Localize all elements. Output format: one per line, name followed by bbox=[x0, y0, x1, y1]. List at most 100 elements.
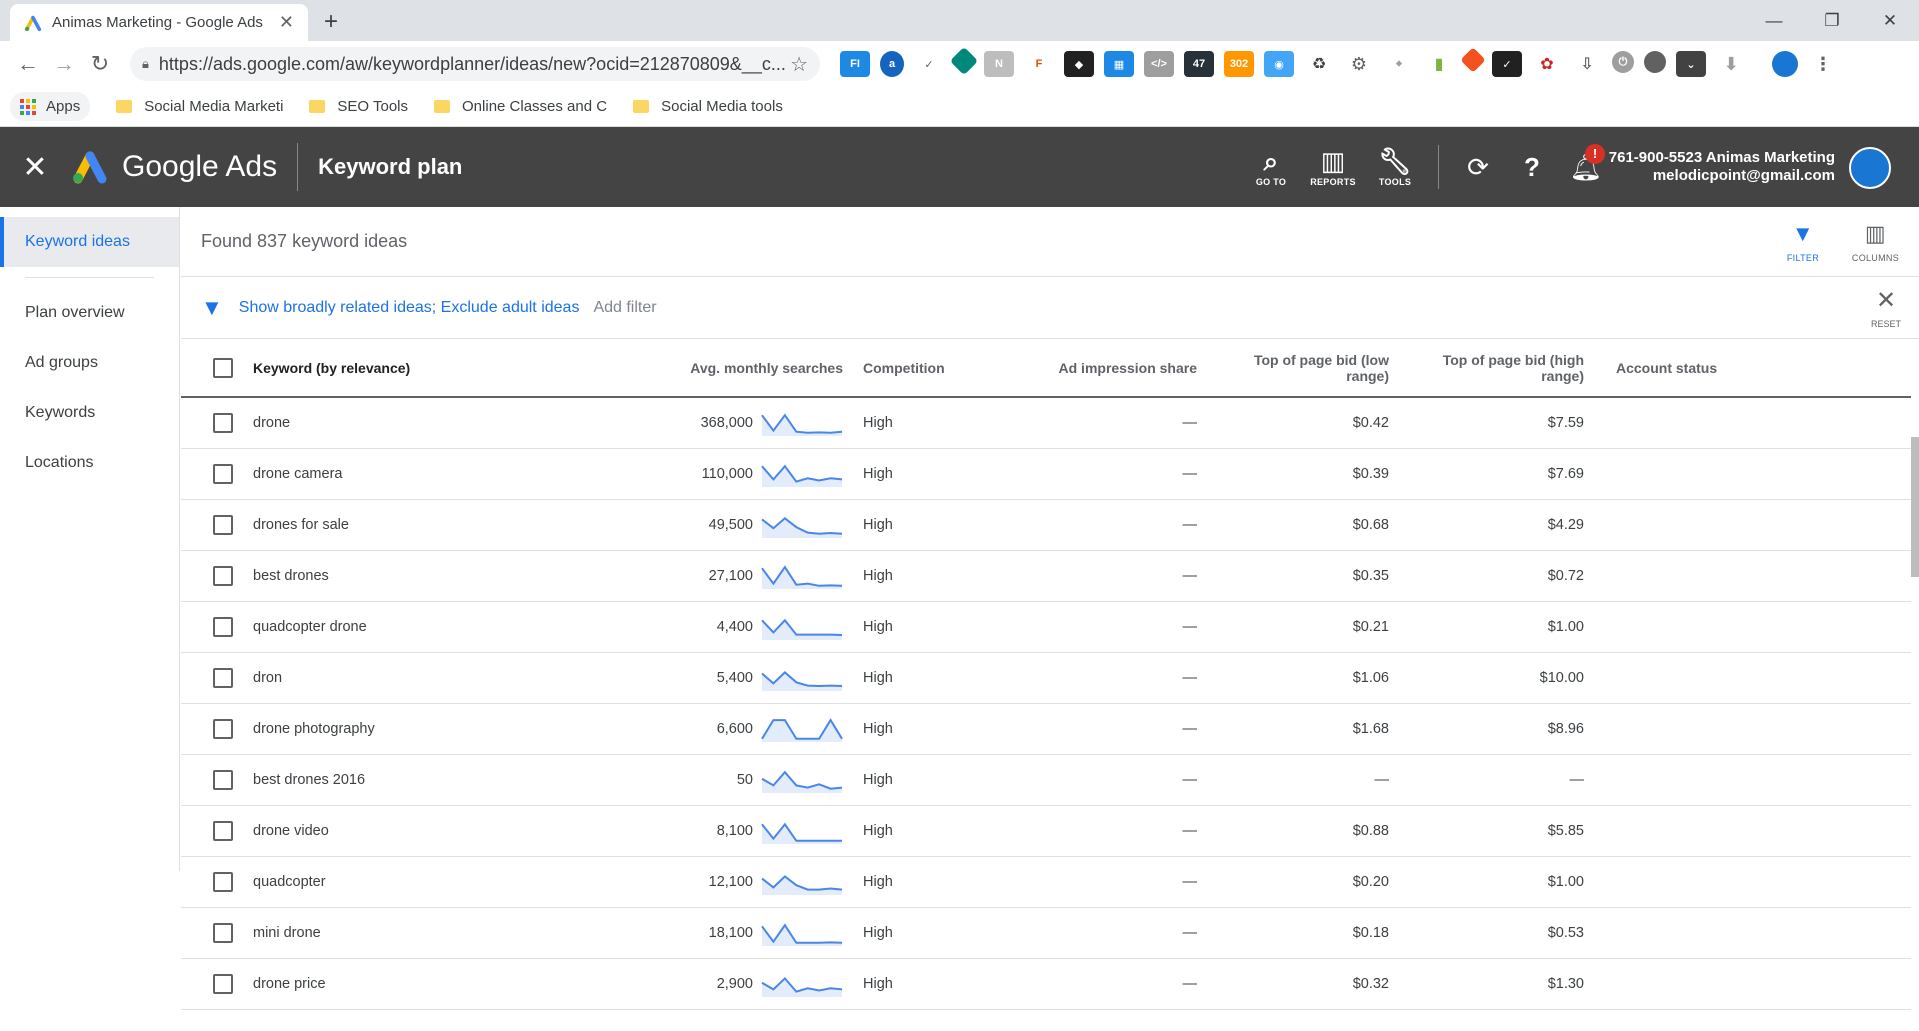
header-competition[interactable]: Competition bbox=[853, 339, 1013, 398]
table-row[interactable]: drone price 2,900 High — $0.32 $1.30 bbox=[181, 958, 1911, 1010]
check-box-icon[interactable]: ✓ bbox=[1492, 51, 1522, 77]
trend-sparkline[interactable] bbox=[761, 868, 843, 896]
row-checkbox[interactable] bbox=[213, 820, 233, 841]
address-bar[interactable]: 🔒︎ https://ads.google.com/aw/keywordplan… bbox=[130, 47, 820, 81]
row-checkbox[interactable] bbox=[213, 922, 233, 943]
trend-sparkline[interactable] bbox=[761, 409, 843, 437]
header-account-status[interactable]: Account status bbox=[1598, 339, 1911, 398]
table-row[interactable]: best drones 27,100 High — $0.35 $0.72 bbox=[181, 550, 1911, 602]
sidebar-item-keywords[interactable]: Keywords bbox=[0, 388, 179, 438]
extension-badge-icon[interactable]: 302 bbox=[1224, 51, 1254, 77]
globe-icon[interactable] bbox=[1644, 51, 1666, 73]
row-checkbox[interactable] bbox=[213, 463, 233, 484]
profile-avatar-icon[interactable] bbox=[1772, 51, 1798, 77]
chart-icon[interactable]: ▮ bbox=[1424, 51, 1454, 77]
extension-icon[interactable]: F bbox=[1024, 51, 1054, 77]
trend-sparkline[interactable] bbox=[761, 664, 843, 692]
trend-sparkline[interactable] bbox=[761, 562, 843, 590]
tools-button[interactable]: 🔧︎ TOOLS bbox=[1364, 148, 1426, 187]
sidebar-item-keyword-ideas[interactable]: Keyword ideas bbox=[0, 217, 179, 267]
reload-icon[interactable]: ↻ bbox=[82, 51, 118, 77]
table-row[interactable]: drone 368,000 High — $0.42 $7.59 bbox=[181, 397, 1911, 449]
refresh-icon[interactable]: ⟳ bbox=[1451, 152, 1505, 183]
header-bid-high[interactable]: Top of page bid (high range) bbox=[1403, 339, 1598, 398]
table-row[interactable]: mini drone 18,100 High — $0.18 $0.53 bbox=[181, 907, 1911, 959]
extension-icon[interactable] bbox=[1460, 47, 1486, 73]
code-icon[interactable]: </> bbox=[1144, 51, 1174, 77]
trend-sparkline[interactable] bbox=[761, 715, 843, 743]
bookmark-folder[interactable]: SEO Tools bbox=[309, 98, 408, 115]
tab-close-icon[interactable]: ✕ bbox=[279, 12, 294, 33]
account-info[interactable]: 761-900-5523 Animas Marketing melodicpoi… bbox=[1609, 149, 1835, 185]
trend-sparkline[interactable] bbox=[761, 613, 843, 641]
sidebar-item-ad-groups[interactable]: Ad groups bbox=[0, 338, 179, 388]
table-row[interactable]: drone camera 110,000 High — $0.39 $7.69 bbox=[181, 448, 1911, 500]
reset-button[interactable]: ✕ RESET bbox=[1871, 289, 1901, 330]
table-row[interactable]: drone video 8,100 High — $0.88 $5.85 bbox=[181, 805, 1911, 857]
extension-icon[interactable]: ✿ bbox=[1532, 51, 1562, 77]
add-filter-button[interactable]: Add filter bbox=[593, 299, 656, 317]
checkmark-icon[interactable]: ✓ bbox=[914, 51, 944, 77]
row-checkbox[interactable] bbox=[213, 565, 233, 586]
table-row[interactable]: best drones 2016 50 High — — — bbox=[181, 754, 1911, 806]
bookmark-folder[interactable]: Online Classes and C bbox=[434, 98, 607, 115]
scrollbar[interactable] bbox=[1911, 207, 1919, 871]
bookmark-star-icon[interactable]: ☆ bbox=[790, 52, 808, 77]
recycle-icon[interactable]: ♻ bbox=[1304, 51, 1334, 77]
trend-sparkline[interactable] bbox=[761, 919, 843, 947]
restore-icon[interactable]: ❐ bbox=[1803, 0, 1861, 41]
google-ads-logo[interactable]: Google Ads bbox=[70, 149, 277, 185]
columns-button[interactable]: ▥ COLUMNS bbox=[1852, 221, 1899, 263]
header-impression-share[interactable]: Ad impression share bbox=[1013, 339, 1213, 398]
extension-icon[interactable]: a bbox=[880, 51, 904, 77]
close-icon[interactable]: ✕ bbox=[0, 150, 70, 185]
row-checkbox[interactable] bbox=[213, 667, 233, 688]
header-bid-low[interactable]: Top of page bid (low range) bbox=[1213, 339, 1403, 398]
trend-sparkline[interactable] bbox=[761, 766, 843, 794]
row-checkbox[interactable] bbox=[213, 871, 233, 892]
power-icon[interactable]: ⏻ bbox=[1612, 51, 1634, 73]
extension-icon[interactable]: N bbox=[984, 51, 1014, 77]
header-keyword[interactable]: Keyword (by relevance) bbox=[235, 339, 535, 398]
header-avg-searches[interactable]: Avg. monthly searches bbox=[535, 339, 853, 398]
bookmark-folder[interactable]: Social Media tools bbox=[633, 98, 783, 115]
avatar[interactable] bbox=[1849, 147, 1891, 189]
table-row[interactable]: quadcopter drone 4,400 High — $0.21 $1.00 bbox=[181, 601, 1911, 653]
filter-button[interactable]: ▼ FILTER bbox=[1787, 221, 1819, 263]
table-row[interactable]: drone photography 6,600 High — $1.68 $8.96 bbox=[181, 703, 1911, 755]
row-checkbox[interactable] bbox=[213, 616, 233, 637]
extension-icon[interactable]: ◆ bbox=[1064, 51, 1094, 77]
back-icon[interactable]: ← bbox=[10, 51, 46, 77]
pocket-icon[interactable]: ⌄ bbox=[1676, 51, 1706, 77]
trend-sparkline[interactable] bbox=[761, 817, 843, 845]
select-all-checkbox[interactable] bbox=[213, 357, 233, 378]
bookmark-apps[interactable]: Apps bbox=[10, 92, 91, 121]
row-checkbox[interactable] bbox=[213, 514, 233, 535]
help-icon[interactable]: ? bbox=[1505, 152, 1559, 183]
notifications-icon[interactable]: 🔔︎! bbox=[1559, 143, 1613, 183]
extension-icon[interactable]: ▦ bbox=[1104, 51, 1134, 77]
trend-sparkline[interactable] bbox=[761, 511, 843, 539]
active-filter-chip[interactable]: Show broadly related ideas; Exclude adul… bbox=[239, 299, 580, 317]
menu-dots-icon[interactable]: ⋮ bbox=[1808, 51, 1838, 77]
table-row[interactable]: dron 5,400 High — $1.06 $10.00 bbox=[181, 652, 1911, 704]
extension-badge-icon[interactable]: 47 bbox=[1184, 51, 1214, 77]
trend-sparkline[interactable] bbox=[761, 970, 843, 998]
goto-button[interactable]: ⌕ GO TO bbox=[1240, 148, 1302, 187]
bookmark-folder[interactable]: Social Media Marketi bbox=[116, 98, 283, 115]
row-checkbox[interactable] bbox=[213, 718, 233, 739]
download-icon[interactable]: ⇩ bbox=[1572, 51, 1602, 77]
table-row[interactable]: quadcopter 12,100 High — $0.20 $1.00 bbox=[181, 856, 1911, 908]
gear-icon[interactable]: ⚙ bbox=[1344, 51, 1374, 77]
reports-button[interactable]: ▥ REPORTS bbox=[1302, 148, 1364, 187]
new-tab-icon[interactable]: + bbox=[324, 8, 338, 36]
table-row[interactable]: drones for sale 49,500 High — $0.68 $4.29 bbox=[181, 499, 1911, 551]
sidebar-item-locations[interactable]: Locations bbox=[0, 438, 179, 488]
browser-tab[interactable]: Animas Marketing - Google Ads ✕ bbox=[10, 4, 308, 41]
row-checkbox[interactable] bbox=[213, 412, 233, 433]
arrow-down-icon[interactable]: ⬇ bbox=[1716, 51, 1746, 77]
camera-icon[interactable]: ◉ bbox=[1264, 51, 1294, 77]
row-checkbox[interactable] bbox=[213, 769, 233, 790]
trend-sparkline[interactable] bbox=[761, 460, 843, 488]
extension-icon[interactable] bbox=[949, 46, 979, 76]
